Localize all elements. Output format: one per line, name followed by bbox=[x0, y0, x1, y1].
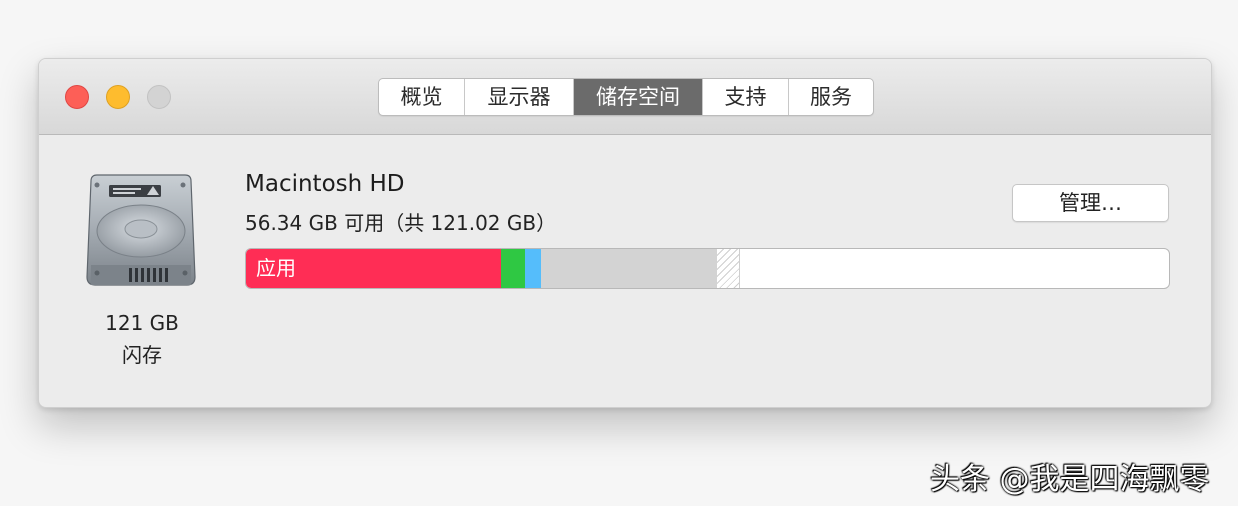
manage-button[interactable]: 管理… bbox=[1012, 184, 1169, 222]
storage-pane: 121 GB 闪存 Macintosh HD 56.34 GB 可用（共 121… bbox=[39, 135, 1211, 407]
title-bar: 概览 显示器 储存空间 支持 服务 bbox=[39, 59, 1211, 135]
watermark: 头条 @我是四海飘零 bbox=[930, 462, 1210, 497]
volume-name: Macintosh HD bbox=[245, 171, 405, 197]
storage-segment-green[interactable] bbox=[501, 249, 525, 288]
tab-storage[interactable]: 储存空间 bbox=[574, 79, 703, 115]
disk-capacity: 121 GB bbox=[105, 311, 179, 335]
tab-bar: 概览 显示器 储存空间 支持 服务 bbox=[378, 78, 874, 116]
storage-segment-gray[interactable] bbox=[541, 249, 718, 288]
disk-type: 闪存 bbox=[122, 343, 162, 367]
tab-overview[interactable]: 概览 bbox=[379, 79, 465, 115]
storage-bar[interactable]: 应用 bbox=[245, 248, 1170, 289]
tab-displays[interactable]: 显示器 bbox=[465, 79, 574, 115]
hard-drive-icon bbox=[83, 173, 199, 293]
about-this-mac-window: 概览 显示器 储存空间 支持 服务 121 GB 闪存 Macintosh HD… bbox=[38, 58, 1212, 408]
minimize-button[interactable] bbox=[106, 85, 130, 109]
zoom-button[interactable] bbox=[147, 85, 171, 109]
storage-segment-apps[interactable]: 应用 bbox=[246, 249, 501, 288]
close-button[interactable] bbox=[65, 85, 89, 109]
storage-segment-blue[interactable] bbox=[525, 249, 541, 288]
storage-segment-apps-label: 应用 bbox=[256, 256, 296, 280]
tab-service[interactable]: 服务 bbox=[789, 79, 873, 115]
tab-support[interactable]: 支持 bbox=[703, 79, 789, 115]
volume-usage: 56.34 GB 可用（共 121.02 GB） bbox=[245, 211, 557, 235]
storage-segment-purgeable[interactable] bbox=[717, 249, 740, 288]
